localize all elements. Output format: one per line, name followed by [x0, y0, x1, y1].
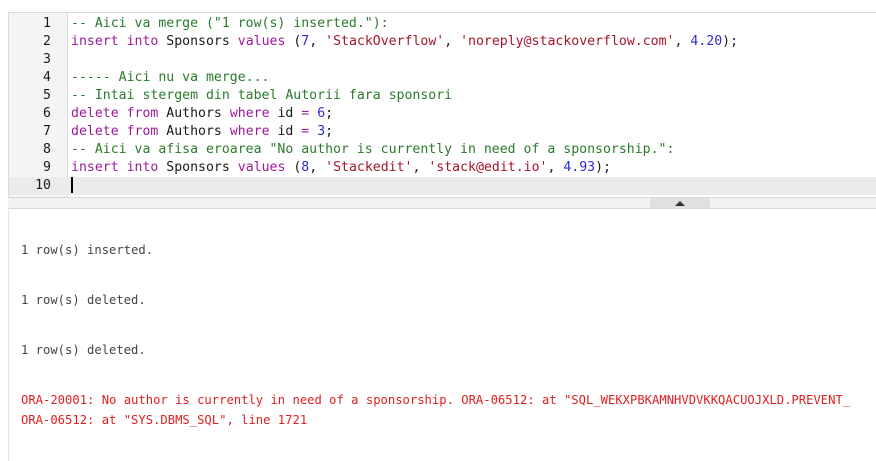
line-number: 8 [43, 142, 51, 157]
code-token: delete from [71, 106, 159, 121]
code-text: ----- Aici nu va merge... [71, 69, 270, 87]
code-line[interactable]: 4 ----- Aici nu va merge... [9, 69, 876, 87]
code-token: 'noreply@stackoverflow.com' [460, 34, 675, 49]
code-token: , [309, 160, 326, 175]
code-token: Sponsors [158, 160, 238, 175]
line-number: 2 [43, 34, 51, 49]
code-token: 6 [317, 106, 326, 121]
code-text: delete from Authors where id = 3; [71, 123, 333, 141]
code-token: -- Intai stergem din tabel Autorii fara … [71, 88, 453, 103]
result-message: 1 row(s) deleted. [21, 343, 146, 357]
code-token: 4.20 [690, 34, 723, 49]
code-line[interactable]: 6 delete from Authors where id = 6; [9, 105, 876, 123]
results-panel: 1 row(s) inserted. 1 row(s) deleted. 1 row… [8, 210, 876, 461]
pane-splitter[interactable] [8, 198, 876, 209]
error-message: ORA-20001: No author is currently in nee… [21, 393, 851, 407]
code-line[interactable]: 5 -- Intai stergem din tabel Autorii fara… [9, 87, 876, 105]
code-token: , [444, 34, 461, 49]
sql-editor[interactable]: 1 -- Aici va merge ("1 row(s) inserted.")… [8, 12, 876, 198]
error-message: ORA-06512: at "SYS.DBMS_SQL", line 1721 [21, 413, 308, 427]
code-token: where [229, 124, 270, 139]
code-line[interactable]: 10 [9, 177, 876, 195]
code-token: , [309, 34, 326, 49]
code-token: insert into [71, 34, 159, 49]
code-area[interactable]: 1 -- Aici va merge ("1 row(s) inserted.")… [9, 15, 876, 195]
code-token: where [229, 106, 270, 121]
code-text: insert into Sponsors values (8, 'Stacked… [71, 159, 611, 177]
code-line[interactable]: 2 insert into Sponsors values (7, 'StackO… [9, 33, 876, 51]
code-line[interactable]: 3 [9, 51, 876, 69]
code-token: values [237, 160, 286, 175]
code-token: ; [325, 106, 334, 121]
code-token: ( [285, 160, 302, 175]
code-token: insert into [71, 160, 159, 175]
code-text: -- Aici va afisa eroarea "No author is c… [71, 141, 674, 159]
line-number: 4 [43, 70, 51, 85]
code-token: , [412, 160, 429, 175]
result-message: 1 row(s) deleted. [21, 293, 146, 307]
code-token: 3 [317, 124, 326, 139]
line-number: 6 [43, 106, 51, 121]
code-text: -- Intai stergem din tabel Autorii fara … [71, 87, 452, 105]
code-token: Authors [158, 124, 230, 139]
code-token: 'stack@edit.io' [428, 160, 548, 175]
code-token: , [674, 34, 691, 49]
code-token: ----- Aici nu va merge... [71, 70, 270, 85]
code-token: id [269, 124, 302, 139]
code-token: values [237, 34, 286, 49]
code-token: ; [325, 124, 334, 139]
result-message: 1 row(s) inserted. [21, 243, 154, 257]
code-line[interactable]: 7 delete from Authors where id = 3; [9, 123, 876, 141]
line-number: 10 [35, 178, 51, 193]
code-token: -- Aici va merge ("1 row(s) inserted."): [71, 16, 389, 31]
line-number: 5 [43, 88, 51, 103]
line-number: 1 [43, 16, 51, 31]
triangle-up-icon [675, 200, 685, 206]
collapse-results-button[interactable] [650, 198, 710, 208]
code-line[interactable]: 9 insert into Sponsors values (8, 'Stacke… [9, 159, 876, 177]
code-token: 'Stackedit' [325, 160, 413, 175]
text-cursor [71, 177, 73, 193]
code-text: -- Aici va merge ("1 row(s) inserted."): [71, 15, 389, 33]
code-token: , [547, 160, 564, 175]
code-line[interactable]: 8 -- Aici va afisa eroarea "No author is … [9, 141, 876, 159]
code-text: delete from Authors where id = 6; [71, 105, 333, 123]
code-token: id [269, 106, 302, 121]
code-token: Authors [158, 106, 230, 121]
line-number: 3 [43, 52, 51, 67]
line-number: 7 [43, 124, 51, 139]
line-number: 9 [43, 160, 51, 175]
code-text [71, 177, 73, 195]
code-token: Sponsors [158, 34, 238, 49]
code-token: ( [285, 34, 302, 49]
code-text: insert into Sponsors values (7, 'StackOv… [71, 33, 738, 51]
code-token: 'StackOverflow' [325, 34, 445, 49]
code-line[interactable]: 1 -- Aici va merge ("1 row(s) inserted.")… [9, 15, 876, 33]
code-token: ); [595, 160, 611, 175]
code-token: 4.93 [563, 160, 596, 175]
code-token: -- Aici va afisa eroarea "No author is c… [71, 142, 675, 157]
code-token: delete from [71, 124, 159, 139]
code-token: ); [722, 34, 739, 49]
